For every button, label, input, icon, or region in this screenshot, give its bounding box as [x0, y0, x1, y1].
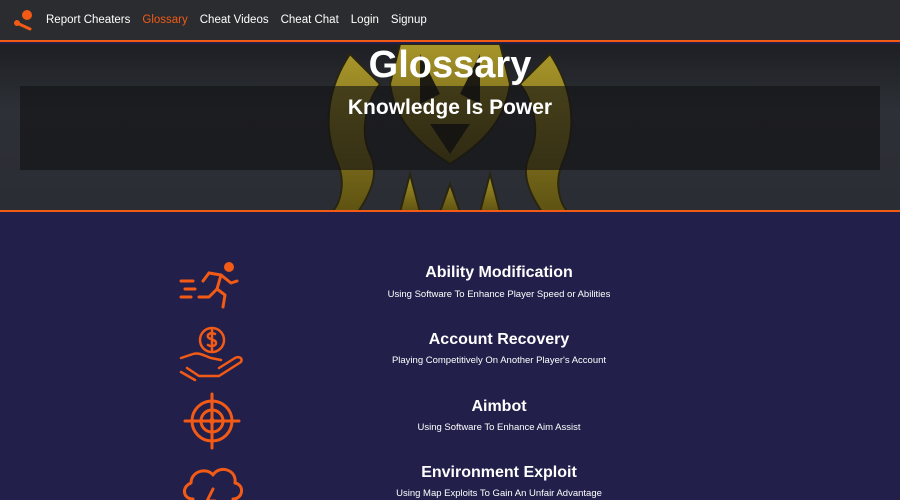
top-navbar: Report Cheaters Glossary Cheat Videos Ch… — [0, 0, 900, 42]
glossary-title-account-recovery: Account Recovery — [428, 331, 570, 348]
glossary-title-aimbot: Aimbot — [471, 398, 527, 415]
page-subtitle: Knowledge Is Power — [347, 96, 553, 119]
nav-cheat-chat[interactable]: Cheat Chat — [281, 14, 339, 26]
glossary-desc-account-recovery: Playing Competitively On Another Player'… — [391, 355, 607, 366]
nav-cheat-videos[interactable]: Cheat Videos — [200, 14, 269, 26]
cloud-lightning-icon — [176, 459, 248, 500]
running-man-icon — [176, 258, 248, 316]
glossary-title-environment-exploit: Environment Exploit — [421, 464, 577, 481]
nav-glossary[interactable]: Glossary — [142, 14, 187, 26]
glossary-desc-aimbot: Using Software To Enhance Aim Assist — [417, 422, 581, 433]
crosshair-icon — [176, 392, 248, 450]
glossary-desc-ability-modification: Using Software To Enhance Player Speed o… — [387, 289, 611, 300]
nav-links: Report Cheaters Glossary Cheat Videos Ch… — [46, 14, 439, 26]
page-title: Glossary — [368, 44, 532, 86]
nav-signup[interactable]: Signup — [391, 14, 427, 26]
glossary-desc-environment-exploit: Using Map Exploits To Gain An Unfair Adv… — [396, 488, 602, 499]
glossary-title-ability-modification: Ability Modification — [425, 264, 573, 281]
nav-login[interactable]: Login — [351, 14, 379, 26]
site-logo-icon[interactable] — [10, 7, 36, 33]
nav-report-cheaters[interactable]: Report Cheaters — [46, 14, 130, 26]
hand-coin-icon — [176, 325, 248, 383]
